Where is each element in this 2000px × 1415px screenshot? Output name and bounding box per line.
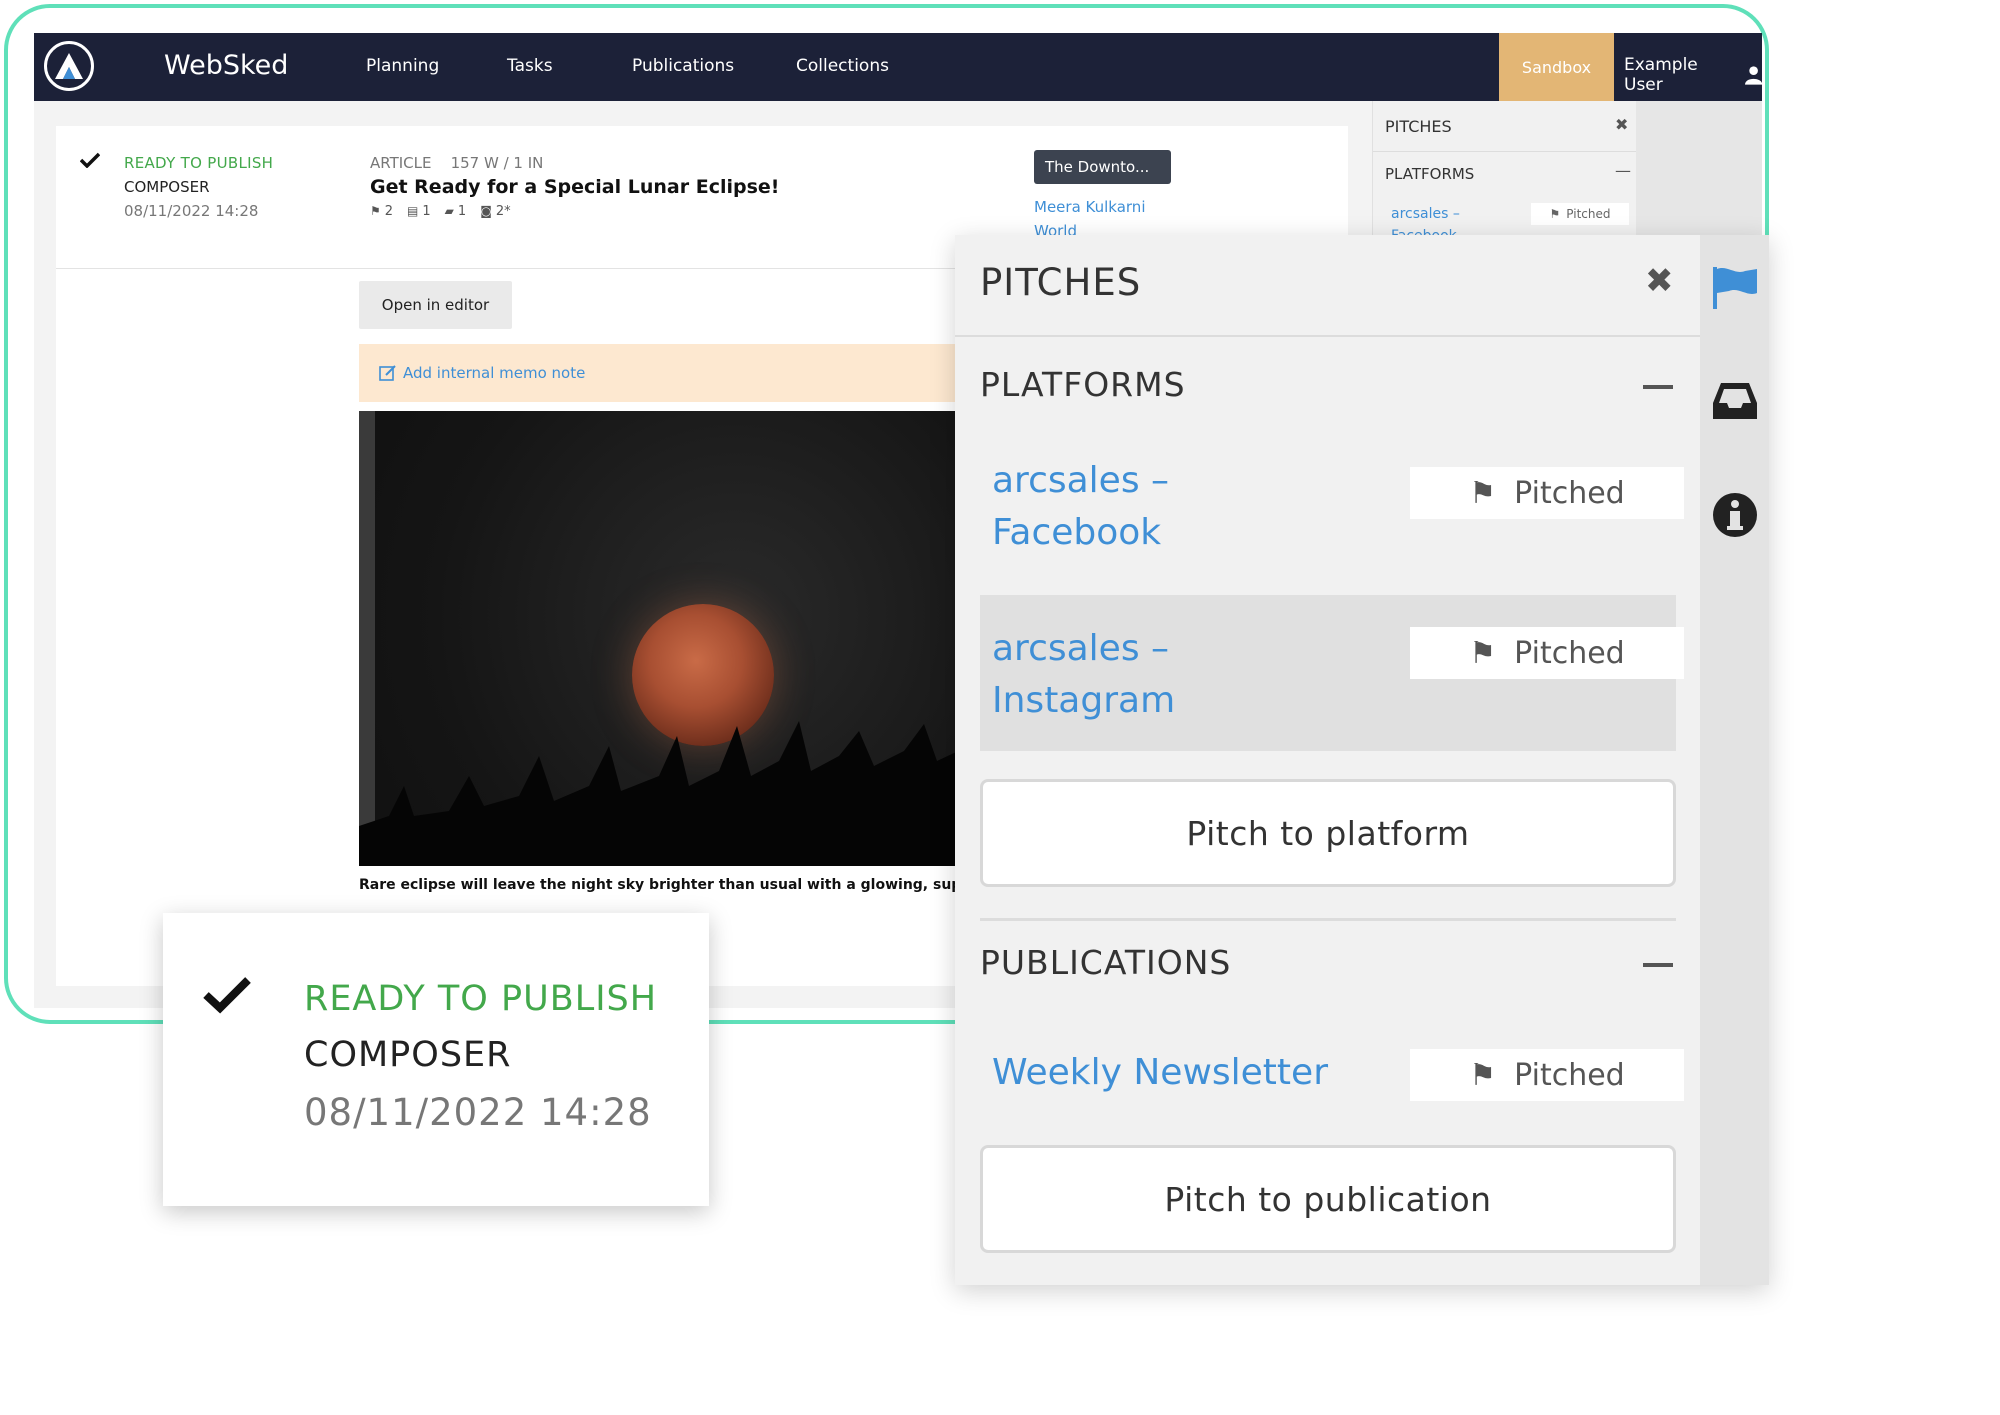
platforms-header: PLATFORMS [980,365,1186,404]
user-name: Example User [1624,55,1698,95]
flag-icon[interactable] [1711,263,1759,311]
camera-icon: ◙ [480,204,492,218]
top-navigation-bar: WebSked Planning Tasks Publications Coll… [34,33,1762,101]
check-icon [203,977,251,1014]
site-tag[interactable]: The Downto... [1034,150,1171,184]
count-notes: ▤ 1 [407,204,431,219]
sidebar-platforms-header: PLATFORMS [1385,165,1475,183]
status-source: COMPOSER [304,1035,512,1075]
story-headline[interactable]: Get Ready for a Special Lunar Eclipse! [370,176,779,198]
user-menu[interactable]: Example User [1624,55,1762,95]
close-icon[interactable]: ✖ [1645,261,1674,301]
story-type: ARTICLE [370,154,432,172]
status-label: READY TO PUBLISH [304,979,658,1019]
platform-item: arcsales – Facebook ⚑ Pitched [980,435,1684,575]
pitch-status-chip: ⚑ Pitched [1410,1049,1684,1101]
collapse-publications-minus-icon[interactable] [1643,963,1673,967]
platform-link-instagram[interactable]: arcsales – Instagram [992,623,1175,727]
publication-item: Weekly Newsletter ⚑ Pitched [980,1035,1684,1115]
story-counts: ⚑ 2 ▤ 1 ▰ 1 ◙ 2* [370,204,511,219]
book-icon: ▤ [407,204,419,218]
count-folders: ▰ 1 [444,204,467,219]
memo-label: Add internal memo note [403,364,586,382]
platform-item-selected: arcsales – Instagram ⚑ Pitched [980,595,1684,751]
status-date: 08/11/2022 14:28 [124,202,259,220]
brand-name: WebSked [164,50,289,81]
check-icon [80,152,100,168]
flag-icon: ⚑ [1549,207,1561,221]
nav-planning[interactable]: Planning [366,56,439,76]
open-in-editor-button[interactable]: Open in editor [359,281,512,329]
status-label: READY TO PUBLISH [124,154,274,172]
minus-icon[interactable]: — [1615,161,1631,180]
arc-logo-icon[interactable] [44,41,94,91]
pitches-rail [1700,235,1769,1285]
publication-link-weekly-newsletter[interactable]: Weekly Newsletter [992,1047,1328,1099]
folder-icon: ▰ [444,204,454,218]
nav-tasks[interactable]: Tasks [507,56,553,76]
pitches-title: PITCHES [980,261,1142,304]
count-flags: ⚑ 2 [370,204,394,219]
pitch-status-chip: ⚑ Pitched [1410,467,1684,519]
status-zoom-card: READY TO PUBLISH COMPOSER 08/11/2022 14:… [163,913,709,1206]
story-meta: ARTICLE 157 W / 1 IN [370,154,543,172]
info-icon[interactable] [1711,491,1759,539]
divider [1373,151,1637,152]
collapse-platforms-minus-icon[interactable] [1643,385,1673,389]
count-photos: ◙ 2* [480,204,511,219]
status-source: COMPOSER [124,178,210,196]
user-icon [1744,66,1762,85]
pitch-to-publication-button[interactable]: Pitch to publication [980,1145,1676,1253]
author-link[interactable]: Meera Kulkarni [1034,198,1145,216]
nav-collections[interactable]: Collections [796,56,889,76]
sidebar-title: PITCHES [1385,117,1452,136]
nav-publications[interactable]: Publications [632,56,734,76]
publications-header: PUBLICATIONS [980,943,1232,982]
story-size: 157 W / 1 IN [450,154,544,172]
sandbox-badge[interactable]: Sandbox [1499,33,1614,101]
flag-icon: ⚑ [370,204,381,218]
sidebar-status-chip: ⚑ Pitched [1531,203,1629,225]
pitch-to-platform-button[interactable]: Pitch to platform [980,779,1676,887]
flag-icon: ⚑ [1469,635,1497,671]
flag-icon: ⚑ [1469,1057,1497,1093]
platform-link-facebook[interactable]: arcsales – Facebook [992,455,1169,559]
divider [955,335,1700,337]
divider [980,918,1676,921]
pitches-main: PITCHES ✖ PLATFORMS arcsales – Facebook … [955,235,1700,1285]
flag-icon: ⚑ [1469,475,1497,511]
edit-icon [379,365,396,381]
close-icon[interactable]: ✖ [1615,115,1628,134]
status-date: 08/11/2022 14:28 [304,1091,652,1134]
pitches-panel: PITCHES ✖ PLATFORMS arcsales – Facebook … [955,235,1769,1285]
inbox-icon[interactable] [1711,377,1759,425]
pitch-status-chip: ⚑ Pitched [1410,627,1684,679]
